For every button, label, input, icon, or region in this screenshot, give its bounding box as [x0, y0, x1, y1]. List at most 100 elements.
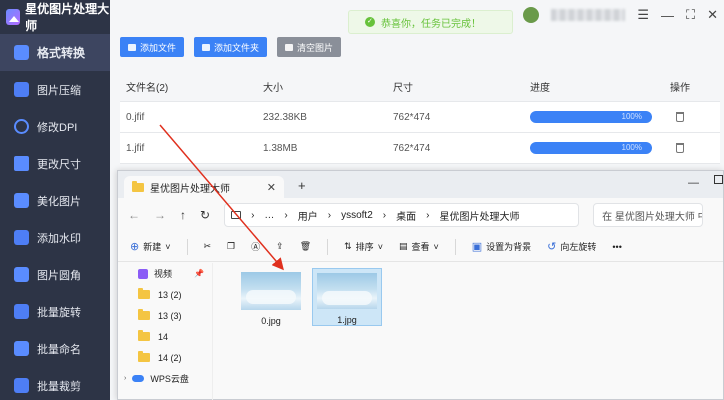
- more-options-icon[interactable]: •••: [612, 242, 621, 252]
- close-icon[interactable]: ✕: [707, 7, 718, 23]
- sidebar-item-batch-rename[interactable]: 批量命名: [0, 330, 110, 367]
- share-icon[interactable]: ⇪: [276, 241, 284, 252]
- add-folder-button[interactable]: 添加文件夹: [194, 37, 268, 57]
- settings-icon[interactable]: ☰: [637, 7, 649, 23]
- sidebar-item-round-corner[interactable]: 图片圆角: [0, 256, 110, 293]
- cut-icon[interactable]: ✂: [204, 241, 212, 252]
- chevron-down-icon: ˅: [433, 241, 439, 252]
- folder-icon: [132, 180, 144, 192]
- folder-icon: [138, 288, 150, 299]
- round-corner-icon: [14, 267, 29, 282]
- col-progress: 进度: [530, 83, 550, 94]
- tree-item-folder[interactable]: 14 (2): [118, 347, 212, 368]
- cell-dimensions: 762*474: [393, 111, 431, 123]
- clear-images-button[interactable]: 清空图片: [277, 37, 342, 57]
- resize-icon: [14, 156, 29, 171]
- breadcrumb-item[interactable]: 星优图片处理大师: [439, 208, 519, 223]
- minimize-icon[interactable]: —: [661, 8, 674, 23]
- maximize-icon[interactable]: ⛶: [686, 7, 695, 23]
- breadcrumb-item[interactable]: 用户: [298, 208, 318, 223]
- crop-icon: [14, 378, 29, 393]
- sidebar-item-batch-crop[interactable]: 批量裁剪: [0, 367, 110, 400]
- success-toast: 恭喜你，任务已完成！: [348, 10, 513, 34]
- folder-icon: [202, 43, 211, 51]
- tree-item-folder[interactable]: 14: [118, 326, 212, 347]
- tree-item-folder[interactable]: 13 (2): [118, 284, 212, 305]
- new-tab-icon[interactable]: +: [298, 178, 306, 193]
- rename-icon: [14, 341, 29, 356]
- sidebar-item-resize[interactable]: 更改尺寸: [0, 145, 110, 182]
- explorer-tab[interactable]: 星优图片处理大师 ✕: [124, 176, 284, 198]
- image-thumbnail: [317, 273, 377, 309]
- address-bar[interactable]: › … › 用户 › yssoft2 › 桌面 › 星优图片处理大师: [224, 203, 580, 227]
- col-name: 文件名(2): [126, 83, 169, 94]
- view-button[interactable]: ▤ 查看 ˅: [399, 240, 439, 253]
- sidebar-item-compress[interactable]: 图片压缩: [0, 71, 110, 108]
- clear-images-label: 清空图片: [297, 42, 334, 53]
- sidebar-item-label: 图片圆角: [37, 269, 81, 282]
- add-file-label: 添加文件: [140, 42, 177, 53]
- avatar[interactable]: [523, 7, 540, 23]
- explorer-command-bar: ⊕ 新建 ˅ ✂ ❐ Ⓐ ⇪ 🗑 ⇅ 排序 ˅ ▤ 查看 ˅ ▣ 设置为背景 ↺…: [118, 232, 723, 262]
- search-input[interactable]: 在 星优图片处理大师 中: [593, 203, 704, 227]
- breadcrumb-item[interactable]: 桌面: [396, 208, 416, 223]
- explorer-minimize-icon[interactable]: —: [688, 177, 699, 189]
- sidebar-item-format-convert[interactable]: 格式转换: [0, 34, 110, 71]
- file-list-area: 0.jpg 1.jpg: [228, 263, 718, 400]
- close-tab-icon[interactable]: ✕: [267, 181, 276, 194]
- progress-bar: 100%: [530, 142, 652, 154]
- sort-button[interactable]: ⇅ 排序 ˅: [344, 240, 383, 253]
- new-button[interactable]: ⊕ 新建 ˅: [130, 240, 171, 253]
- add-folder-label: 添加文件夹: [214, 42, 260, 53]
- refresh-icon[interactable]: ↻: [200, 208, 210, 222]
- tree-item-videos[interactable]: 视频 📌: [118, 263, 212, 284]
- format-convert-icon: [14, 45, 29, 60]
- tree-item-folder[interactable]: 13 (3): [118, 305, 212, 326]
- file-item-selected[interactable]: 1.jpg: [312, 268, 382, 326]
- col-operation: 操作: [670, 83, 690, 94]
- divider: [186, 238, 188, 255]
- sidebar-item-label: 批量旋转: [37, 306, 81, 319]
- divider: [327, 238, 329, 255]
- add-file-button[interactable]: 添加文件: [120, 37, 185, 57]
- window-controls: ☰ — ⛶ ✕: [523, 7, 718, 23]
- tree-item-label: 视频: [154, 269, 173, 279]
- table-header: 文件名(2) 大小 尺寸 进度 操作: [120, 72, 720, 102]
- forward-arrow-icon[interactable]: →: [154, 208, 166, 222]
- explorer-maximize-icon[interactable]: [714, 175, 723, 184]
- sidebar-item-label: 批量裁剪: [37, 380, 81, 393]
- back-arrow-icon[interactable]: ←: [128, 208, 140, 222]
- tree-item-label: 14 (2): [158, 352, 182, 363]
- file-item[interactable]: 0.jpg: [236, 268, 306, 326]
- sidebar-item-dpi[interactable]: 修改DPI: [0, 108, 110, 145]
- view-icon: ▤: [398, 241, 408, 251]
- delete-icon[interactable]: [676, 112, 684, 122]
- folder-icon: [138, 309, 150, 320]
- copy-icon[interactable]: ❐: [227, 241, 235, 252]
- sidebar-item-watermark[interactable]: 添加水印: [0, 219, 110, 256]
- more-icon[interactable]: …: [264, 210, 274, 221]
- expand-icon[interactable]: ›: [124, 375, 126, 382]
- delete-icon[interactable]: [676, 143, 684, 153]
- view-label: 查看: [411, 242, 430, 252]
- sidebar-item-batch-rotate[interactable]: 批量旋转: [0, 293, 110, 330]
- rename-icon[interactable]: Ⓐ: [251, 240, 260, 253]
- delete-icon[interactable]: 🗑: [300, 241, 311, 252]
- up-arrow-icon[interactable]: ↑: [180, 208, 186, 222]
- new-label: 新建: [143, 242, 162, 252]
- rotate-button[interactable]: ↺ 向左旋转: [547, 240, 596, 253]
- set-background-button[interactable]: ▣ 设置为背景: [472, 240, 531, 253]
- cell-name: 1.jfif: [126, 142, 145, 154]
- tree-item-label: 14: [158, 331, 169, 342]
- video-icon: [138, 268, 148, 279]
- sidebar: 星优图片处理大师 格式转换 图片压缩 修改DPI 更改尺寸 美化图片 添加水印 …: [0, 0, 110, 400]
- chevron-down-icon: ˅: [165, 241, 171, 252]
- col-dimensions: 尺寸: [393, 83, 413, 94]
- plus-circle-icon: ⊕: [130, 241, 140, 253]
- chevron-right-icon: ›: [284, 209, 288, 221]
- rotate-icon: [14, 304, 29, 319]
- breadcrumb-item[interactable]: yssoft2: [341, 210, 373, 221]
- sidebar-item-beautify[interactable]: 美化图片: [0, 182, 110, 219]
- tree-item-wps-cloud[interactable]: › WPS云盘: [118, 368, 212, 389]
- progress-bar: 100%: [530, 111, 652, 123]
